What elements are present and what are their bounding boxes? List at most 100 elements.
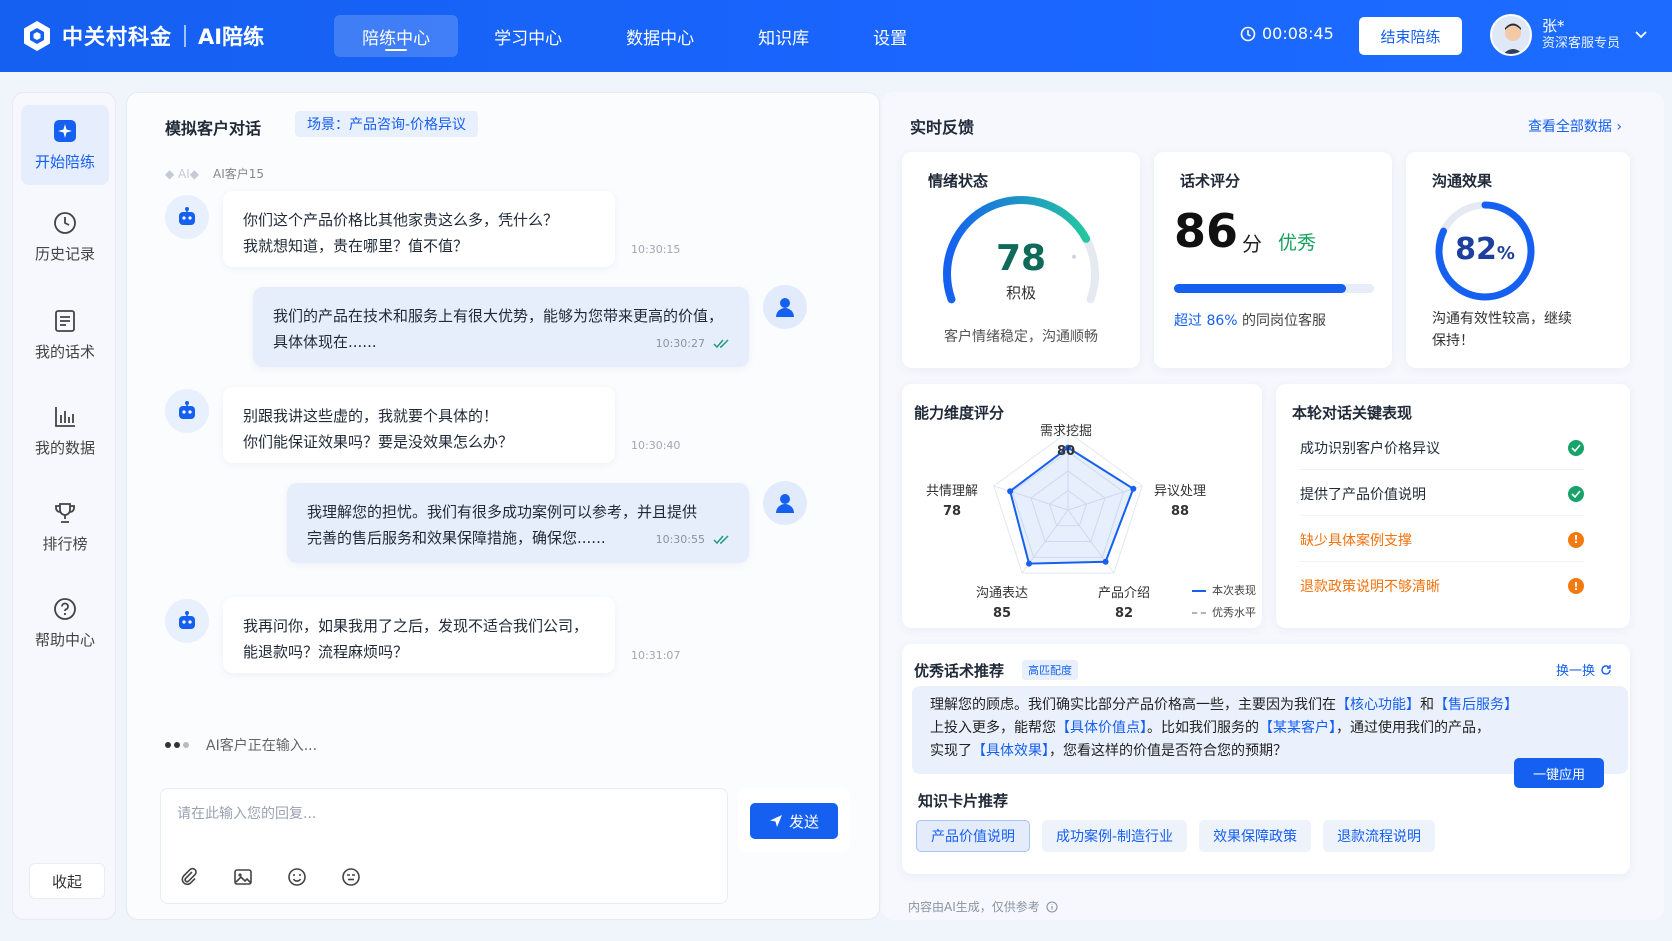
sidebar-item-label: 我的数据: [34, 438, 95, 457]
nav-data-center[interactable]: 数据中心: [598, 15, 722, 57]
practice-icon: [54, 119, 76, 142]
script-text: 上投入更多，能帮您: [930, 720, 1056, 736]
script-placeholder: 【售后服务】: [1434, 697, 1518, 713]
sidebar-item-my-scripts[interactable]: 我的话术: [21, 295, 109, 375]
feedback-panel: 实时反馈 查看全部数据 › 情绪状态 78 积极 客户情绪稳定，沟通顺畅 话术评…: [882, 92, 1664, 920]
ability-radar-card: 能力维度评分 需求挖掘 80 异议处理 88 产品介绍 82 沟通表达 85 共情理解 7…: [902, 384, 1262, 628]
message-line: 我再问你，如果我用了之后，发现不适合我们公司，: [243, 617, 589, 635]
match-tag: 高匹配度: [1022, 660, 1078, 680]
sidebar-item-history[interactable]: 历史记录: [21, 197, 109, 277]
script-placeholder: 【核心功能】: [1336, 697, 1420, 713]
key-item: 退款政策说明不够清晰!: [1300, 564, 1584, 608]
knowledge-chip[interactable]: 效果保障政策: [1199, 820, 1312, 852]
brand-logo-icon: [24, 21, 50, 51]
robot-icon: [179, 611, 195, 629]
my-message: 我们的产品在技术和服务上有很大优势，能够为您带来更高的价值， 具体体现在....…: [253, 287, 749, 367]
message-line: 别跟我讲这些虚的，我就要个具体的！: [243, 407, 499, 425]
emoji-icon[interactable]: [287, 867, 307, 887]
sidebar: 开始陪练 历史记录 我的话术 我的数据 排行榜 帮助中心 收起: [12, 92, 116, 920]
knowledge-chip[interactable]: 退款流程说明: [1323, 820, 1436, 852]
swap-button[interactable]: 换一换: [1556, 660, 1612, 679]
user-menu[interactable]: 张* 资深客服专员: [1490, 14, 1648, 56]
knowledge-chip[interactable]: 产品价值说明: [916, 820, 1030, 852]
end-practice-button[interactable]: 结束陪练: [1359, 17, 1462, 55]
key-item: 成功识别客户价格异议: [1300, 426, 1584, 470]
score-unit: 分: [1242, 232, 1262, 256]
send-button[interactable]: 发送: [750, 803, 838, 839]
knowledge-chip[interactable]: 成功案例-制造行业: [1042, 820, 1188, 852]
typing-text: AI客户正在输入...: [206, 738, 318, 754]
score-progress-track: [1174, 284, 1374, 293]
my-avatar: [763, 481, 807, 525]
radar-label-empathy: 共情理解 78: [926, 482, 978, 522]
sidebar-item-my-data[interactable]: 我的数据: [21, 391, 109, 471]
robot-icon: [179, 401, 195, 419]
radar-label-product: 产品介绍 82: [1098, 584, 1150, 624]
chevron-down-icon[interactable]: [1634, 30, 1648, 40]
ai-message: 你们这个产品价格比其他家贵这么多，凭什么？ 我就想知道，贵在哪里？值不值？: [223, 191, 615, 267]
read-check-icon: [713, 535, 729, 545]
ai-disclaimer: 内容由AI生成，仅供参考: [908, 898, 1058, 915]
script-text: 实现了: [930, 743, 972, 759]
timer-icon: [1240, 26, 1256, 41]
comm-value: 82: [1455, 232, 1497, 267]
score-desc: 超过 86% 的同岗位客服: [1174, 310, 1326, 330]
nav-knowledge-base[interactable]: 知识库: [730, 15, 837, 57]
key-performance-card: 本轮对话关键表现 成功识别客户价格异议 提供了产品价值说明 缺少具体案例支撑! …: [1276, 384, 1630, 628]
message-time: 10:30:40: [631, 439, 681, 452]
nav-learning-center[interactable]: 学习中心: [466, 15, 590, 57]
sidebar-item-label: 排行榜: [42, 534, 88, 553]
dim-name: 异议处理: [1154, 484, 1207, 499]
read-check-icon: [713, 339, 729, 349]
dim-value: 85: [992, 606, 1012, 621]
score-progress-fill: [1174, 284, 1346, 293]
message-meta: 10:30:55: [656, 527, 731, 553]
score-title: 话术评分: [1180, 172, 1241, 190]
key-item: 缺少具体案例支撑!: [1300, 518, 1584, 562]
score-value: 86: [1174, 204, 1239, 258]
nav-practice-center[interactable]: 陪练中心: [334, 15, 459, 57]
user-avatar-icon: [1492, 16, 1530, 54]
script-text: 和: [1420, 697, 1434, 713]
sidebar-item-leaderboard[interactable]: 排行榜: [21, 487, 109, 567]
message-line: 我理解您的担忧。我们有很多成功案例可以参考，并且提供: [307, 503, 698, 521]
view-all-link[interactable]: 查看全部数据 ›: [1528, 116, 1622, 136]
image-icon[interactable]: [233, 867, 253, 887]
legend-excellent: 优秀水平: [1212, 606, 1256, 619]
refresh-icon: [1601, 664, 1611, 675]
legend-current: 本次表现: [1212, 584, 1256, 597]
user-role: 资深客服专员: [1542, 36, 1621, 51]
sticker-icon[interactable]: [341, 867, 361, 887]
chevron-right-icon: ›: [1616, 119, 1622, 135]
sidebar-item-help[interactable]: 帮助中心: [21, 583, 109, 663]
attachment-icon[interactable]: [179, 867, 199, 887]
comm-value-wrap: 82%: [1432, 232, 1538, 267]
dim-value: 80: [1056, 444, 1076, 459]
top-nav-bar: 中关村科金 AI陪练 陪练中心 学习中心 数据中心 知识库 设置 00:08:4…: [0, 0, 1672, 72]
script-text: ，通过使用我们的产品，: [1336, 720, 1490, 736]
nav-settings[interactable]: 设置: [845, 15, 935, 57]
recommendation-card: 优秀话术推荐 高匹配度 换一换 理解您的顾虑。我们确实比部分产品价格高一些，主要…: [902, 644, 1630, 874]
message-line: 你们能保证效果吗？要是没效果怎么办？: [243, 433, 514, 451]
swap-label: 换一换: [1555, 664, 1595, 679]
script-placeholder: 【具体效果】: [972, 743, 1049, 759]
brand[interactable]: 中关村科金 AI陪练: [20, 19, 264, 53]
check-circle-icon: [1568, 439, 1584, 456]
warning-icon: !: [1568, 578, 1584, 594]
emotion-card: 情绪状态 78 积极 客户情绪稳定，沟通顺畅: [902, 152, 1140, 368]
message-line: 你们这个产品价格比其他家贵这么多，凭什么？: [243, 211, 559, 229]
message-time: 10:30:15: [631, 243, 681, 256]
sidebar-item-start-practice[interactable]: 开始陪练: [21, 105, 109, 185]
apply-button[interactable]: 一键应用: [1514, 758, 1604, 788]
dim-name: 需求挖掘: [1040, 424, 1093, 439]
message-time: 10:30:55: [655, 533, 705, 546]
dim-value: 88: [1170, 504, 1190, 519]
check-circle-icon: [1568, 485, 1584, 502]
collapse-button[interactable]: 收起: [29, 863, 105, 899]
key-title: 本轮对话关键表现: [1292, 404, 1413, 422]
reply-input[interactable]: 请在此输入您的回复...: [160, 788, 728, 904]
robot-icon: [179, 207, 195, 225]
main-nav: 陪练中心 学习中心 数据中心 知识库 设置: [334, 15, 943, 57]
message-meta: 10:30:27: [656, 331, 731, 357]
radar-point: [1007, 488, 1014, 495]
